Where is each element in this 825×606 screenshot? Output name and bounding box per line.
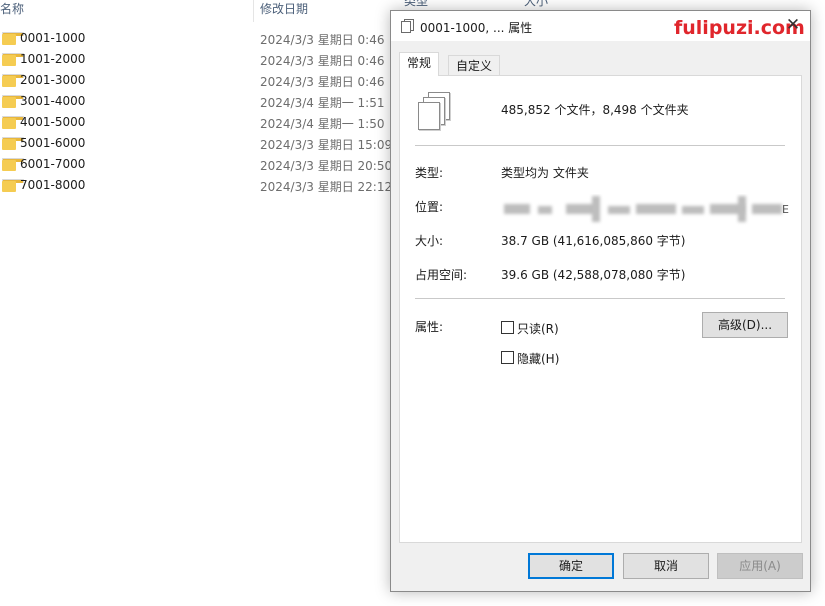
hidden-label[interactable]: 隐藏(H) (517, 350, 559, 367)
type-label: 类型: (415, 166, 444, 180)
file-modified: 2024/3/3 星期日 0:46 (260, 54, 385, 68)
apply-button[interactable]: 应用(A) (717, 553, 803, 579)
table-row[interactable]: 1001-2000 2024/3/3 星期日 0:46 (0, 50, 390, 71)
file-modified: 2024/3/3 星期日 20:50 (260, 159, 393, 173)
file-name: 6001-7000 (20, 157, 86, 171)
tab-customize[interactable]: 自定义 (448, 55, 501, 76)
column-header-name[interactable]: 名称 (0, 0, 24, 20)
hidden-checkbox[interactable] (501, 351, 514, 364)
dialog-titlebar[interactable]: 0001-1000, ... 属性 fulipuzi.com ✕ (391, 11, 810, 41)
dialog-title: 0001-1000, ... 属性 (420, 21, 533, 35)
size-on-disk-value: 39.6 GB (42,588,078,080 字节) (501, 268, 686, 282)
tab-general[interactable]: 常规 (399, 52, 440, 76)
table-row[interactable]: 4001-5000 2024/3/4 星期一 1:50 (0, 113, 390, 134)
file-modified: 2024/3/4 星期一 1:51 (260, 96, 385, 110)
file-name: 3001-4000 (20, 94, 86, 108)
folder-icon (2, 74, 24, 87)
file-name: 1001-2000 (20, 52, 86, 66)
readonly-checkbox[interactable] (501, 321, 514, 334)
column-divider[interactable] (253, 0, 254, 22)
divider (415, 298, 785, 299)
advanced-button[interactable]: 高级(D)... (702, 312, 788, 338)
cancel-button[interactable]: 取消 (623, 553, 709, 579)
size-value: 38.7 GB (41,616,085,860 字节) (501, 234, 686, 248)
size-on-disk-label: 占用空间: (415, 268, 468, 282)
file-modified: 2024/3/4 星期一 1:50 (260, 117, 385, 131)
file-modified: 2024/3/3 星期日 15:09 (260, 138, 393, 152)
table-row[interactable]: 3001-4000 2024/3/4 星期一 1:51 (0, 92, 390, 113)
size-label: 大小: (415, 234, 444, 248)
folder-icon (2, 158, 24, 171)
general-panel: 485,852 个文件，8,498 个文件夹 类型: 类型均为 文件夹 位置: … (399, 75, 802, 543)
divider (415, 145, 785, 146)
ok-button[interactable]: 确定 (528, 553, 614, 579)
folder-icon (2, 116, 24, 129)
location-label: 位置: (415, 200, 444, 214)
file-name: 7001-8000 (20, 178, 86, 192)
file-modified: 2024/3/3 星期日 0:46 (260, 75, 385, 89)
table-row[interactable]: 6001-7000 2024/3/3 星期日 20:50 (0, 155, 393, 176)
folder-icon (2, 137, 24, 150)
type-value: 类型均为 文件夹 (501, 166, 589, 180)
properties-dialog: 0001-1000, ... 属性 fulipuzi.com ✕ 常规 自定义 … (390, 10, 811, 592)
file-name: 5001-6000 (20, 136, 86, 150)
file-name: 4001-5000 (20, 115, 86, 129)
folder-icon (2, 179, 24, 192)
location-tail: E (782, 203, 789, 216)
table-row[interactable]: 2001-3000 2024/3/3 星期日 0:46 (0, 71, 390, 92)
file-name: 2001-3000 (20, 73, 86, 87)
folder-icon (2, 32, 24, 45)
item-count: 485,852 个文件，8,498 个文件夹 (501, 103, 689, 117)
folder-icon (2, 53, 24, 66)
file-name: 0001-1000 (20, 31, 86, 45)
column-header-modified[interactable]: 修改日期 (260, 0, 308, 20)
location-value-redacted: E (496, 194, 789, 226)
file-modified: 2024/3/3 星期日 22:12 (260, 180, 393, 194)
readonly-label[interactable]: 只读(R) (517, 320, 559, 337)
table-row[interactable]: 7001-8000 2024/3/3 星期日 22:12 (0, 176, 393, 197)
files-icon (401, 19, 414, 33)
file-modified: 2024/3/3 星期日 0:46 (260, 33, 385, 47)
table-row[interactable]: 0001-1000 2024/3/3 星期日 0:46 (0, 29, 390, 50)
table-row[interactable]: 5001-6000 2024/3/3 星期日 15:09 (0, 134, 393, 155)
folder-icon (2, 95, 24, 108)
attributes-label: 属性: (415, 320, 444, 334)
multiple-files-icon (418, 92, 452, 130)
close-button[interactable]: ✕ (782, 14, 804, 36)
